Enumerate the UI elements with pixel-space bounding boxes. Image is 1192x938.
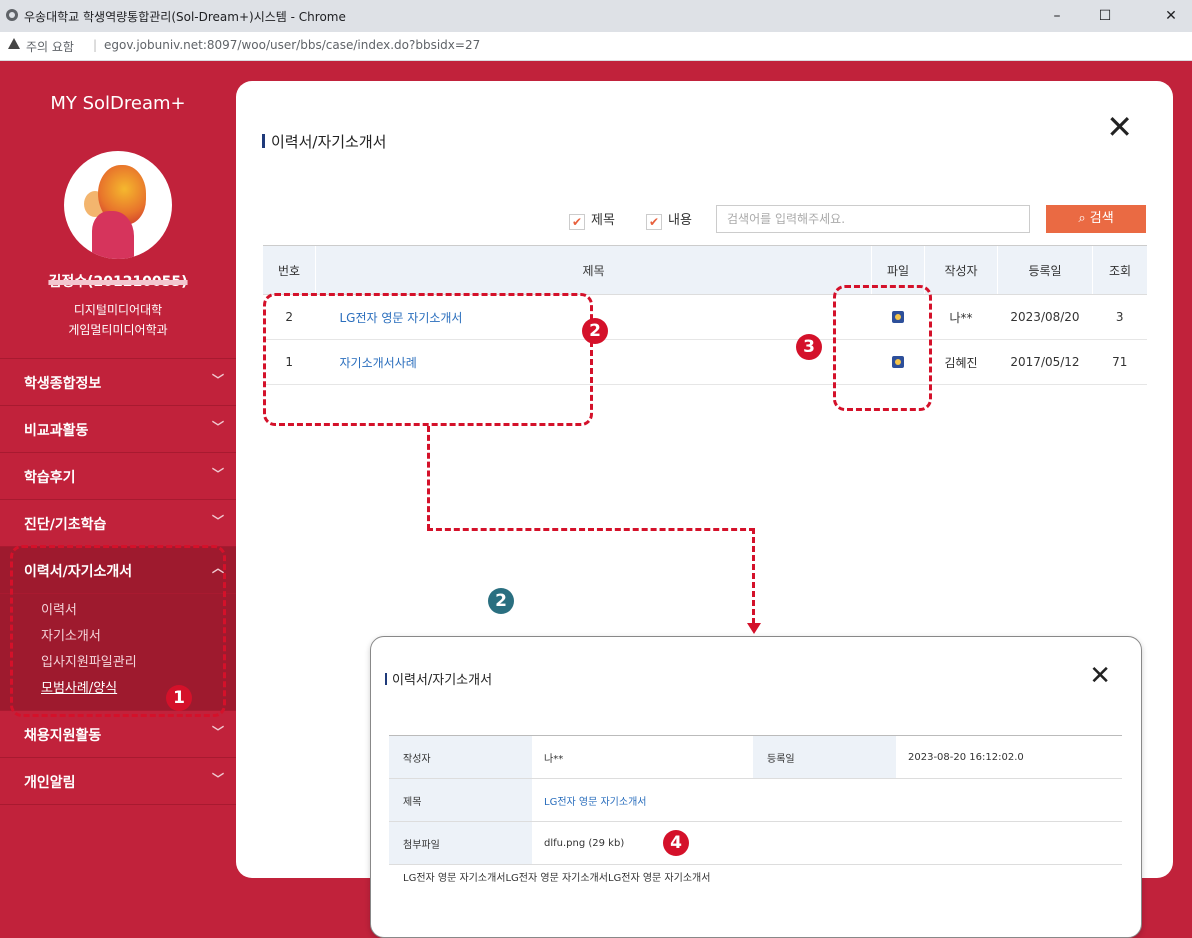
- maximize-button[interactable]: ☐: [1086, 4, 1124, 28]
- cell-author: 나**: [924, 294, 998, 340]
- col-header: 작성자: [924, 245, 998, 295]
- minimize-button[interactable]: –: [1038, 4, 1076, 28]
- author-value: 나**: [532, 735, 753, 779]
- detail-panel: 이력서/자기소개서 ✕ 작성자 나** 등록일 2023-08-20 16:12…: [370, 636, 1142, 938]
- window-title: 우송대학교 학생역량통합관리(Sol-Dream+)시스템 - Chrome: [24, 10, 346, 24]
- annotation-badge: 1: [166, 685, 192, 711]
- subject-value: LG전자 영문 자기소개서: [532, 778, 1122, 822]
- filter-label: 내용: [668, 213, 692, 228]
- chevron-down-icon: ﹀: [211, 725, 224, 739]
- brand-title: MY SolDream+: [50, 93, 186, 114]
- annotation-badge: 4: [663, 830, 689, 856]
- annotation-badge: 2: [582, 318, 608, 344]
- check-icon: ✔: [646, 214, 662, 230]
- connector-line: [427, 426, 430, 530]
- globe-icon: [6, 9, 18, 21]
- avatar-art: [92, 211, 134, 259]
- menu-label: 채용지원활동: [24, 728, 102, 744]
- close-icon[interactable]: ✕: [1089, 661, 1111, 691]
- col-header: 조회: [1092, 245, 1147, 295]
- cell-date: 2017/05/12: [997, 339, 1093, 385]
- detail-row: 제목 LG전자 영문 자기소개서: [389, 778, 1122, 822]
- highlight-box-files: [833, 285, 932, 411]
- col-header: 제목: [315, 245, 872, 295]
- page-title: 이력서/자기소개서: [262, 131, 386, 152]
- menu-label: 진단/기초학습: [24, 517, 107, 533]
- detail-row: 작성자 나** 등록일 2023-08-20 16:12:02.0: [389, 735, 1122, 779]
- chevron-down-icon: ﹀: [211, 420, 224, 434]
- menu-label: 학생종합정보: [24, 376, 102, 392]
- menu-label: 비교과활동: [24, 423, 89, 439]
- connector-line: [427, 528, 755, 531]
- avatar: [64, 151, 172, 259]
- menu-diagnosis[interactable]: 진단/기초학습 ﹀: [0, 500, 236, 547]
- arrow-down-icon: [747, 623, 761, 634]
- date-value: 2023-08-20 16:12:02.0: [896, 735, 1122, 779]
- menu-study-review[interactable]: 학습후기 ﹀: [0, 453, 236, 500]
- filter-label: 제목: [591, 213, 615, 228]
- cell-author: 김혜진: [924, 339, 998, 385]
- user-name: 김정수(201210055): [48, 274, 188, 290]
- menu-job-support[interactable]: 채용지원활동 ﹀: [0, 711, 236, 758]
- attachment-label: 첨부파일: [389, 821, 532, 865]
- menu-label: 개인알림: [24, 775, 76, 791]
- cell-date: 2023/08/20: [997, 294, 1093, 340]
- detail-title: 이력서/자기소개서: [385, 669, 492, 688]
- author-label: 작성자: [389, 735, 532, 779]
- attachment-link[interactable]: dlfu.png (29 kb): [532, 821, 1122, 865]
- highlight-box-menu: [10, 545, 226, 717]
- date-label: 등록일: [753, 735, 896, 779]
- col-header: 번호: [263, 245, 316, 295]
- address-separator: |: [93, 38, 98, 52]
- url-text[interactable]: egov.jobuniv.net:8097/woo/user/bbs/case/…: [104, 38, 480, 52]
- menu-label: 학습후기: [24, 470, 76, 486]
- sidebar: MY SolDream+ 김정수(201210055) 디지털미디어대학 게임멀…: [0, 61, 236, 929]
- subject-label: 제목: [389, 778, 532, 822]
- warning-icon: [8, 38, 20, 49]
- check-icon: ✔: [569, 214, 585, 230]
- table-header: 번호 제목 파일 작성자 등록일 조회: [263, 245, 1147, 295]
- close-icon[interactable]: ✕: [1106, 111, 1133, 143]
- connector-line: [752, 528, 755, 624]
- close-window-button[interactable]: ✕: [1152, 4, 1190, 28]
- highlight-box-titles: [263, 293, 593, 426]
- menu-student-info[interactable]: 학생종합정보 ﹀: [0, 359, 236, 406]
- detail-body: LG전자 영문 자기소개서LG전자 영문 자기소개서LG전자 영문 자기소개서: [403, 873, 711, 884]
- menu-extracurricular[interactable]: 비교과활동 ﹀: [0, 406, 236, 453]
- detail-row: 첨부파일 dlfu.png (29 kb): [389, 821, 1122, 865]
- filter-title-checkbox[interactable]: ✔ 제목: [569, 209, 615, 230]
- menu-notifications[interactable]: 개인알림 ﹀: [0, 758, 236, 805]
- user-department: 게임멀티미디어학과: [68, 323, 168, 337]
- chevron-down-icon: ﹀: [211, 467, 224, 481]
- chevron-down-icon: ﹀: [211, 373, 224, 387]
- detail-table: 작성자 나** 등록일 2023-08-20 16:12:02.0 제목 LG전…: [389, 735, 1122, 865]
- search-input[interactable]: [716, 205, 1030, 233]
- user-college: 디지털미디어대학: [73, 303, 163, 317]
- chevron-down-icon: ﹀: [211, 514, 224, 528]
- annotation-badge: 3: [796, 334, 822, 360]
- col-header: 등록일: [997, 245, 1093, 295]
- security-label[interactable]: 주의 요함: [26, 38, 74, 55]
- chevron-down-icon: ﹀: [211, 772, 224, 786]
- filter-content-checkbox[interactable]: ✔ 내용: [646, 209, 692, 230]
- cell-views: 71: [1092, 339, 1147, 385]
- search-button[interactable]: ⌕ 검색: [1046, 205, 1146, 233]
- cell-views: 3: [1092, 294, 1147, 340]
- annotation-badge: 2: [488, 588, 514, 614]
- address-bar[interactable]: 주의 요함 | egov.jobuniv.net:8097/woo/user/b…: [0, 32, 1192, 61]
- browser-titlebar: 우송대학교 학생역량통합관리(Sol-Dream+)시스템 - Chrome –…: [0, 0, 1192, 32]
